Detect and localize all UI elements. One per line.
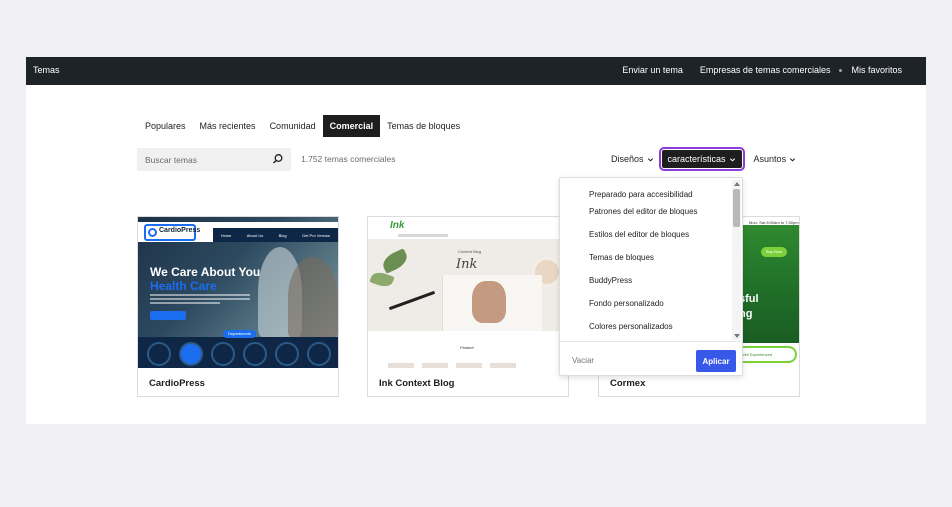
separator-dot [839,68,843,72]
features-dropdown-panel: Preparado para accesibilidad Patrones de… [559,177,743,376]
preview-button [150,311,186,320]
feature-option[interactable]: Preparado para accesibilidad [560,178,732,199]
features-options-list: Preparado para accesibilidad Patrones de… [560,178,732,341]
search-input[interactable]: Buscar temas [137,148,291,171]
preview-menu: Home About Us Blog Get Pro Version [213,228,338,242]
filter-bar: Diseños características Asuntos [611,147,797,171]
theme-card-ink-context-blog[interactable]: Ink Content Blog Ink Feature Ink Context… [367,216,569,397]
theme-name[interactable]: Cormex [610,378,645,389]
subjects-dropdown[interactable]: Asuntos [754,154,797,164]
preview-department-icon [243,342,267,366]
preview-header: CardioPress Home About Us Blog Get Pro V… [138,222,338,242]
tab-latest[interactable]: Más recientes [193,115,263,137]
theme-card-cardiopress[interactable]: CardioPress Home About Us Blog Get Pro V… [137,216,339,397]
preview-title: Ink [456,257,478,272]
scrollbar-thumb[interactable] [733,189,740,227]
preview-caption: Content Blog [458,249,482,254]
subjects-label: Asuntos [753,154,787,164]
top-nav-bar: Temas Enviar un tema Empresas de temas c… [26,57,926,85]
preview-logo: CardioPress [144,224,200,241]
chevron-down-icon [647,157,653,162]
scroll-down-icon[interactable] [734,334,740,338]
theme-preview-image[interactable]: Ink Content Blog Ink Feature [368,217,568,368]
feature-option[interactable]: Estilos del editor de bloques [560,219,732,242]
commercial-companies-link[interactable]: Empresas de temas comerciales [700,65,831,75]
search-placeholder: Buscar temas [145,155,197,165]
feature-option[interactable]: BuddyPress [560,265,732,288]
scrollbar[interactable] [732,180,741,340]
preview-experience-badge: Well Experienced [734,346,797,363]
preview-headline-2: Health Care [150,279,217,293]
apply-button[interactable]: Aplicar [696,350,736,372]
designs-dropdown[interactable]: Diseños [611,154,654,164]
submit-theme-link[interactable]: Enviar un tema [622,65,683,75]
features-dropdown[interactable]: características [658,147,745,171]
preview-section-label: Feature [460,345,474,350]
theme-tabs: Populares Más recientes Comunidad Comerc… [138,115,467,137]
tab-community[interactable]: Comunidad [263,115,323,137]
page-frame: Temas Enviar un tema Empresas de temas c… [26,57,926,424]
preview-department-icon [307,342,331,366]
tab-popular[interactable]: Populares [138,115,193,137]
designs-label: Diseños [611,154,644,164]
clear-button[interactable]: Vaciar [572,356,594,365]
chevron-down-icon [790,157,796,162]
preview-department-icon [275,342,299,366]
preview-headline: We Care About You [150,265,261,279]
theme-preview-image[interactable]: CardioPress Home About Us Blog Get Pro V… [138,217,338,368]
features-label: características [667,154,726,164]
theme-name[interactable]: Ink Context Blog [379,378,454,389]
dropdown-footer: Vaciar Aplicar [560,341,742,376]
preview-thumbnails [388,359,558,368]
feature-option[interactable]: Patrones del editor de bloques [560,196,732,219]
themes-link[interactable]: Temas [33,65,60,75]
feature-option[interactable]: Temas de bloques [560,242,732,265]
my-favorites-link[interactable]: Mis favoritos [851,65,902,75]
search-icon[interactable] [272,153,284,165]
preview-text-lines [150,294,250,304]
feature-option[interactable]: Fondo personalizado [560,288,732,311]
chevron-down-icon [729,157,735,162]
feature-option[interactable]: Colores personalizados [560,311,732,334]
top-nav-links: Enviar un tema Empresas de temas comerci… [605,65,902,75]
result-count: 1.752 temas comerciales [301,154,396,164]
tab-commercial[interactable]: Comercial [322,115,381,137]
preview-department-icon [179,342,203,366]
vase-shape [472,281,506,323]
preview-person-shape [288,257,338,339]
theme-name[interactable]: CardioPress [149,378,205,389]
scroll-up-icon[interactable] [734,182,740,186]
preview-department-icon [147,342,171,366]
preview-department-icon [211,342,235,366]
tab-block-themes[interactable]: Temas de bloques [380,115,467,137]
preview-logo: Ink [390,220,405,231]
preview-departments-badge: Departments [223,330,256,338]
preview-cta: Buy Now [761,247,787,257]
preview-menu [398,234,448,237]
